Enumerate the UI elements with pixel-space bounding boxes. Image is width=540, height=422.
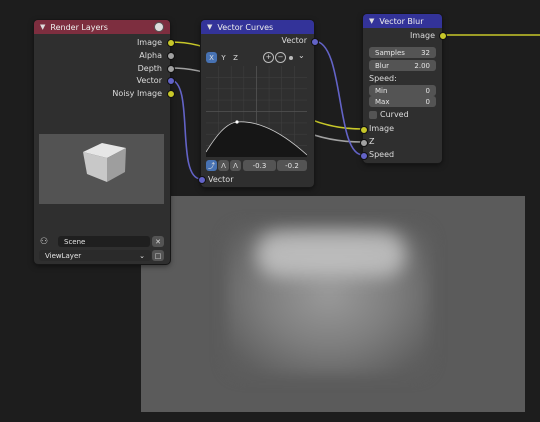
min-speed-field[interactable]: Min 0 [369,85,436,96]
view-layer-name: ViewLayer [45,251,82,260]
render-icon[interactable] [154,22,164,32]
dot-icon[interactable] [289,56,293,60]
curve-extend-button[interactable]: Λ [218,160,229,171]
output-label-alpha: Alpha [139,51,162,60]
scene-name: Scene [64,237,86,246]
max-value-field[interactable]: -0.2 [277,160,307,171]
scene-field[interactable]: Scene [58,236,150,247]
curved-checkbox[interactable] [369,111,377,119]
socket-vector-out[interactable] [167,77,175,85]
link-curves-to-blur-speed [313,40,364,156]
socket-depth-out[interactable] [167,65,175,73]
max-speed-field[interactable]: Max 0 [369,96,436,107]
input-label-z: Z [369,137,375,146]
scene-clear-button[interactable]: ✕ [152,236,164,247]
chevron-down-icon: ⌄ [139,251,145,260]
socket-curves-vector-out[interactable] [311,38,319,46]
curve-tool-button[interactable]: ⤴ [206,160,217,171]
socket-blur-z-in[interactable] [360,139,368,147]
vector-blur-header[interactable]: ▼ Vector Blur [363,14,442,28]
output-label-image: Image [136,38,162,47]
output-label-vector: Vector [281,36,308,45]
samples-field[interactable]: Samples 32 [369,47,436,58]
output-label-noisy-image: Noisy Image [112,89,162,98]
cube-icon [83,143,126,182]
input-label-vector: Vector [208,175,234,184]
vector-curves-header[interactable]: ▼ Vector Curves [201,20,314,34]
input-label-speed: Speed [369,150,395,159]
blur-field[interactable]: Blur 2.00 [369,60,436,71]
render-preview [39,134,164,204]
curve-graph[interactable] [206,66,307,157]
motion-blurred-cube-top [256,232,406,277]
collapse-chevron-icon[interactable]: ▼ [40,23,45,31]
socket-alpha-out[interactable] [167,52,175,60]
min-value-field[interactable]: -0.3 [243,160,276,171]
speed-section-label: Speed: [369,74,397,83]
curve-reset-button[interactable]: Λ [230,160,241,171]
zoom-in-icon[interactable]: + [263,52,274,63]
input-label-image: Image [369,124,395,133]
tab-y[interactable]: Y [218,52,229,63]
vector-blur-node[interactable]: ▼ Vector Blur Image Samples 32 Blur 2.00… [363,14,442,163]
output-label-image: Image [409,31,435,40]
socket-blur-image-out[interactable] [439,32,447,40]
node-title: Vector Curves [217,22,274,32]
vector-curves-node[interactable]: ▼ Vector Curves Vector X Y Z + − ⌄ ⤴ Λ Λ… [201,20,314,187]
socket-blur-speed-in[interactable] [360,152,368,160]
scene-icon: ⚇ [40,237,49,247]
curved-label: Curved [380,110,409,119]
socket-blur-image-in[interactable] [360,126,368,134]
render-layer-button[interactable]: □ [152,250,164,261]
render-layers-node[interactable]: ▼ Render Layers Image Alpha Depth Vector… [34,20,170,264]
chevron-down-icon[interactable]: ⌄ [298,51,305,60]
tab-z[interactable]: Z [230,52,241,63]
node-title: Render Layers [50,22,108,32]
output-label-depth: Depth [137,64,162,73]
viewer-backdrop [141,196,525,412]
curve-canvas [206,66,307,157]
collapse-chevron-icon[interactable]: ▼ [207,23,212,31]
tab-x[interactable]: X [206,52,217,63]
render-layers-header[interactable]: ▼ Render Layers [34,20,170,34]
collapse-chevron-icon[interactable]: ▼ [369,17,374,25]
socket-curves-vector-in[interactable] [198,176,206,184]
zoom-out-icon[interactable]: − [275,52,286,63]
socket-image-out[interactable] [167,39,175,47]
output-label-vector: Vector [136,76,163,85]
node-title: Vector Blur [379,16,424,26]
socket-noisy-image-out[interactable] [167,90,175,98]
view-layer-dropdown[interactable]: ViewLayer ⌄ [39,250,151,261]
